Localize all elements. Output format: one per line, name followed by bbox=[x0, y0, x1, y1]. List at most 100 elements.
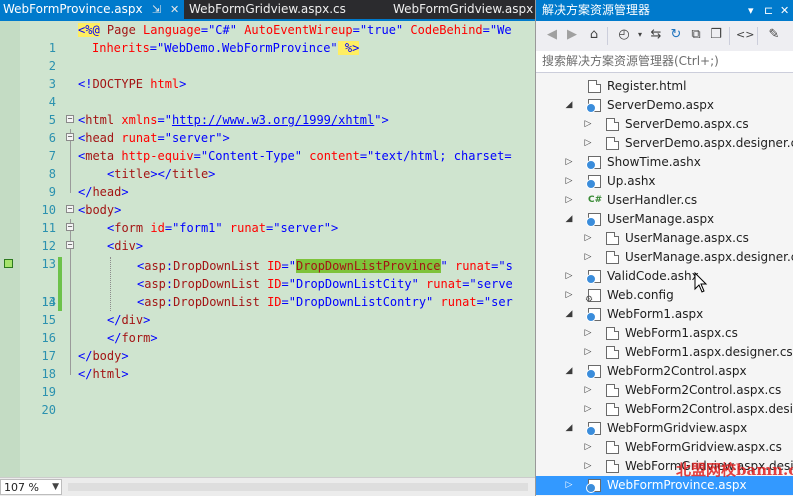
code-line[interactable]: 13 13 <asp:DropDownList ID="DropDownList… bbox=[0, 257, 535, 309]
view-code-icon[interactable]: <> bbox=[736, 27, 754, 43]
tree-item-userhandler-cs[interactable]: ▷ C# UserHandler.cs bbox=[536, 191, 793, 210]
collapsed-arrow-icon[interactable]: ▷ bbox=[583, 324, 593, 343]
home-icon[interactable]: ⌂ bbox=[586, 27, 602, 43]
tree-item-register-html[interactable]: Register.html bbox=[536, 77, 793, 96]
code-line[interactable]: 15 <asp:DropDownList ID="DropDownListCon… bbox=[0, 293, 535, 327]
tree-item-serverdemo-aspx-designer-cs[interactable]: ▷ ServerDemo.aspx.designer.cs bbox=[536, 134, 793, 153]
close-icon[interactable]: ✕ bbox=[780, 0, 789, 21]
tree-item-webform2control-aspx[interactable]: ◢ WebForm2Control.aspx bbox=[536, 362, 793, 381]
expanded-arrow-icon[interactable]: ◢ bbox=[564, 96, 574, 115]
back-icon[interactable]: ◀ bbox=[544, 27, 560, 43]
collapse-icon[interactable]: − bbox=[66, 205, 74, 213]
code-line[interactable]: 20 bbox=[0, 383, 535, 417]
webform-file-icon bbox=[586, 422, 601, 436]
close-tab-icon[interactable]: ✕ bbox=[170, 0, 179, 19]
chevron-down-icon[interactable]: ▾ bbox=[632, 27, 648, 43]
tree-item-webform1-aspx-cs[interactable]: ▷ WebForm1.aspx.cs bbox=[536, 324, 793, 343]
code-line[interactable]: 5 bbox=[0, 93, 535, 127]
collapsed-arrow-icon[interactable]: ▷ bbox=[583, 134, 593, 153]
handler-file-icon bbox=[586, 175, 601, 189]
tree-item-showtime-ashx[interactable]: ▷ ShowTime.ashx bbox=[536, 153, 793, 172]
code-line[interactable]: 6 − <html xmlns="http://www.w3.org/1999/… bbox=[0, 111, 535, 145]
tab-webformgridview-aspx[interactable]: WebFormGridview.aspx bbox=[390, 0, 535, 19]
tree-item-validcode-ashx[interactable]: ▷ ValidCode.ashx bbox=[536, 267, 793, 286]
code-line[interactable]: 4 <!DOCTYPE html> bbox=[0, 75, 535, 109]
collapsed-arrow-icon[interactable]: ▷ bbox=[583, 438, 593, 457]
tree-item-webform2control-aspx-cs[interactable]: ▷ WebForm2Control.aspx.cs bbox=[536, 381, 793, 400]
collapsed-arrow-icon[interactable]: ▷ bbox=[583, 229, 593, 248]
collapse-icon[interactable]: − bbox=[66, 223, 74, 231]
collapse-icon[interactable]: − bbox=[66, 241, 74, 249]
code-line[interactable]: 12 − <form id="form1" runat="server"> bbox=[0, 219, 535, 253]
pin-icon[interactable]: ⇲ bbox=[152, 0, 161, 19]
tree-item-web-config[interactable]: ▷ Web.config bbox=[536, 286, 793, 305]
code-line-number-row bbox=[0, 21, 535, 39]
collapsed-arrow-icon[interactable]: ▷ bbox=[583, 457, 593, 476]
tab-webformprovince-aspx[interactable]: WebFormProvince.aspx ⇲ ✕ bbox=[0, 0, 184, 19]
tree-item-usermanage-aspx[interactable]: ◢ UserManage.aspx bbox=[536, 210, 793, 229]
sync-icon[interactable]: ⇆ bbox=[648, 27, 664, 43]
tree-item-webform2control-aspx-designer[interactable]: ▷ WebForm2Control.aspx.desig bbox=[536, 400, 793, 419]
collapse-icon[interactable]: − bbox=[66, 115, 74, 123]
code-line[interactable]: 14 <asp:DropDownList ID="DropDownListCit… bbox=[0, 275, 535, 309]
tree-item-label: UserManage.aspx.designer.cs bbox=[625, 250, 793, 264]
collapsed-arrow-icon[interactable]: ▷ bbox=[583, 381, 593, 400]
tree-item-webformgridview-aspx[interactable]: ◢ WebFormGridview.aspx bbox=[536, 419, 793, 438]
collapse-icon[interactable]: − bbox=[66, 133, 74, 141]
horizontal-scrollbar[interactable] bbox=[68, 483, 528, 491]
collapsed-arrow-icon[interactable]: ▷ bbox=[583, 400, 593, 419]
collapsed-arrow-icon[interactable]: ▷ bbox=[583, 115, 593, 134]
collapsed-arrow-icon[interactable]: ▷ bbox=[564, 286, 574, 305]
tree-item-webformgridview-aspx-cs[interactable]: ▷ WebFormGridview.aspx.cs bbox=[536, 438, 793, 457]
collapsed-arrow-icon[interactable]: ▷ bbox=[583, 248, 593, 267]
expanded-arrow-icon[interactable]: ◢ bbox=[564, 419, 574, 438]
collapsed-arrow-icon[interactable]: ▷ bbox=[583, 343, 593, 362]
solution-search-input[interactable]: 搜索解决方案资源管理器(Ctrl+;) bbox=[536, 51, 793, 73]
tree-item-up-ashx[interactable]: ▷ Up.ashx bbox=[536, 172, 793, 191]
collapsed-arrow-icon[interactable]: ▷ bbox=[564, 191, 574, 210]
expanded-arrow-icon[interactable]: ◢ bbox=[564, 362, 574, 381]
zoom-dropdown[interactable]: 107 % ▼ bbox=[0, 479, 62, 495]
tab-label: WebFormGridview.aspx bbox=[393, 2, 534, 16]
code-line[interactable]: 8 <meta http-equiv="Content-Type" conten… bbox=[0, 147, 535, 181]
tree-item-webform1-aspx-designer-cs[interactable]: ▷ WebForm1.aspx.designer.cs bbox=[536, 343, 793, 362]
code-line[interactable]: 3 bbox=[0, 57, 535, 91]
forward-icon[interactable]: ▶ bbox=[564, 27, 580, 43]
editor-status-bar: 107 % ▼ bbox=[0, 477, 535, 496]
collapsed-arrow-icon[interactable]: ▷ bbox=[564, 476, 574, 495]
window-position-icon[interactable]: ▾ bbox=[748, 0, 754, 21]
history-icon[interactable]: ◴ bbox=[616, 27, 632, 43]
code-editor[interactable]: WebFormProvince.aspx ⇲ ✕ WebFormGridview… bbox=[0, 0, 535, 496]
code-line[interactable]: 11 − <body> bbox=[0, 201, 535, 235]
solution-explorer-title-bar[interactable]: 解决方案资源管理器 ▾ ⊏ ✕ bbox=[536, 0, 793, 21]
collapsed-arrow-icon[interactable]: ▷ bbox=[564, 172, 574, 191]
code-line[interactable]: 19 </html> bbox=[0, 365, 535, 399]
tab-label: WebFormGridview.aspx.cs bbox=[189, 2, 346, 16]
code-line[interactable]: 16 </div> bbox=[0, 311, 535, 345]
refresh-icon[interactable]: ↻ bbox=[668, 27, 684, 43]
cs-file-icon bbox=[606, 251, 619, 264]
collapse-all-icon[interactable]: ⧉ bbox=[688, 27, 704, 43]
tab-webformgridview-aspx-cs[interactable]: WebFormGridview.aspx.cs bbox=[186, 0, 386, 19]
auto-hide-icon[interactable]: ⊏ bbox=[764, 0, 773, 21]
expanded-arrow-icon[interactable]: ◢ bbox=[564, 210, 574, 229]
indent-guide bbox=[110, 257, 111, 311]
properties-icon[interactable]: ✎ bbox=[766, 27, 782, 43]
cs-file-icon bbox=[606, 232, 619, 245]
tree-item-usermanage-aspx-cs[interactable]: ▷ UserManage.aspx.cs bbox=[536, 229, 793, 248]
collapsed-arrow-icon[interactable]: ▷ bbox=[564, 153, 574, 172]
code-line[interactable]: 13 − <div> bbox=[0, 237, 535, 271]
tree-item-usermanage-aspx-designer-cs[interactable]: ▷ UserManage.aspx.designer.cs bbox=[536, 248, 793, 267]
tree-item-webform1-aspx[interactable]: ◢ WebForm1.aspx bbox=[536, 305, 793, 324]
code-line[interactable]: 10 </head> bbox=[0, 183, 535, 217]
code-line[interactable]: 9 <title></title> bbox=[0, 165, 535, 199]
collapsed-arrow-icon[interactable]: ▷ bbox=[564, 267, 574, 286]
tree-item-serverdemo-aspx-cs[interactable]: ▷ ServerDemo.aspx.cs bbox=[536, 115, 793, 134]
code-line[interactable]: 18 </body> bbox=[0, 347, 535, 381]
code-line[interactable]: 17 </form> bbox=[0, 329, 535, 363]
code-line[interactable]: 7 − <head runat="server"> bbox=[0, 129, 535, 163]
show-all-files-icon[interactable]: ❐ bbox=[708, 27, 724, 43]
expanded-arrow-icon[interactable]: ◢ bbox=[564, 305, 574, 324]
code-text: </div> bbox=[107, 313, 151, 327]
tree-item-serverdemo-aspx[interactable]: ◢ ServerDemo.aspx bbox=[536, 96, 793, 115]
